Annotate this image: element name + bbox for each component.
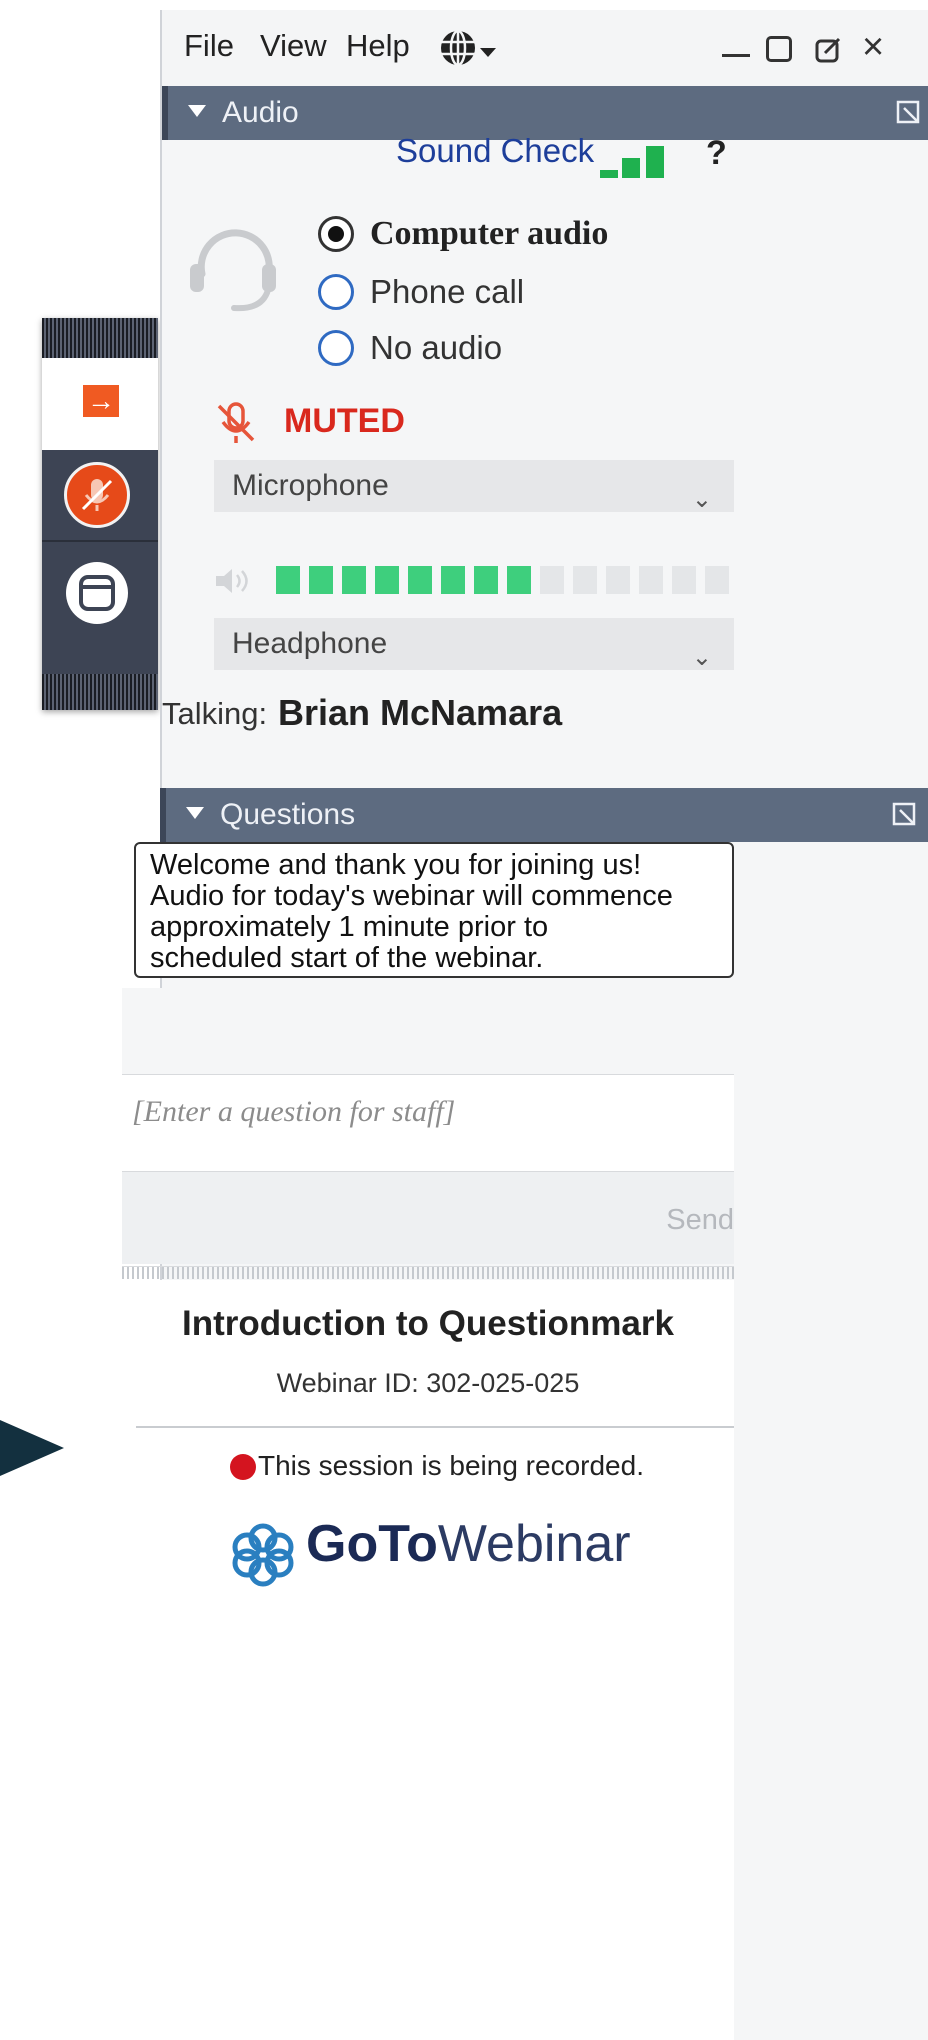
- menu-help[interactable]: Help: [346, 28, 410, 64]
- recording-notice: This session is being recorded.: [258, 1450, 644, 1481]
- volume-meter-segment: [375, 566, 399, 594]
- question-input-placeholder: [Enter a question for staff]: [132, 1095, 456, 1128]
- webinar-title: Introduction to Questionmark: [182, 1304, 674, 1343]
- headphone-select[interactable]: Headphone ⌄: [214, 618, 734, 671]
- window-icon: [79, 575, 115, 611]
- speaker-icon: [216, 569, 248, 593]
- volume-meter-segment: [606, 566, 630, 594]
- volume-meter-segment: [705, 566, 729, 594]
- mic-icon: [81, 479, 113, 511]
- volume-meter-segment: [573, 566, 597, 594]
- brand-bold: GoTo: [306, 1515, 438, 1573]
- grab-tab-grip-bottom[interactable]: [42, 674, 158, 710]
- recording-dot-icon: [230, 1454, 256, 1480]
- arrow-right-icon: →: [83, 385, 119, 417]
- collapse-panel-button[interactable]: →: [42, 358, 158, 450]
- microphone-select-value: Microphone: [232, 469, 389, 502]
- radio-label: No audio: [370, 329, 503, 366]
- gotowebinar-logo: [232, 1523, 294, 1587]
- chevron-down-icon[interactable]: [480, 48, 496, 57]
- muted-mic-icon[interactable]: [214, 400, 258, 446]
- show-panel-button[interactable]: [66, 562, 128, 624]
- close-icon[interactable]: ×: [862, 28, 884, 66]
- send-bar: Send: [122, 1172, 734, 1264]
- grab-tab-divider: [42, 540, 158, 542]
- brand-light: Webinar: [437, 1515, 631, 1573]
- resize-divider[interactable]: [122, 1266, 734, 1279]
- volume-meter-segment: [474, 566, 498, 594]
- microphone-select[interactable]: Microphone ⌄: [214, 460, 734, 513]
- announcement-line: Welcome and thank you for joining us!: [150, 849, 642, 881]
- maximize-icon[interactable]: [766, 36, 792, 62]
- volume-meter: [276, 566, 736, 596]
- menu-view[interactable]: View: [260, 28, 327, 64]
- collapse-triangle-icon: [186, 807, 204, 819]
- talking-name: Brian McNamara: [278, 692, 563, 733]
- volume-meter-segment: [540, 566, 564, 594]
- questions-log[interactable]: [122, 988, 734, 1074]
- signal-strength-icon: [600, 142, 668, 178]
- announcement-box: Welcome and thank you for joining us! Au…: [134, 842, 734, 978]
- popout-icon[interactable]: [814, 36, 842, 64]
- volume-meter-segment: [342, 566, 366, 594]
- minimize-icon[interactable]: [722, 54, 750, 57]
- collapse-triangle-icon: [188, 105, 206, 117]
- chevron-down-icon: ⌄: [691, 486, 712, 513]
- webinar-footer: Introduction to Questionmark Webinar ID:…: [122, 1280, 734, 2040]
- volume-meter-segment: [507, 566, 531, 594]
- volume-meter-segment: [672, 566, 696, 594]
- popout-icon[interactable]: [892, 800, 918, 826]
- radio-button[interactable]: [318, 274, 354, 310]
- footer-divider: [136, 1426, 734, 1428]
- radio-button[interactable]: [318, 216, 354, 252]
- questions-header-label: Questions: [220, 798, 356, 831]
- radio-label: Phone call: [370, 273, 525, 310]
- radio-label: Computer audio: [370, 215, 609, 252]
- headset-icon: [190, 229, 276, 312]
- send-button[interactable]: Send: [666, 1204, 734, 1237]
- volume-meter-segment: [639, 566, 663, 594]
- announcement-line: Audio for today's webinar will commence: [150, 880, 673, 912]
- sound-check-link[interactable]: Sound Check: [396, 132, 594, 170]
- mic-toggle-button[interactable]: [64, 462, 130, 528]
- grab-tab-grip-top[interactable]: [42, 318, 158, 358]
- menu-bar: File View Help ×: [162, 10, 928, 88]
- announcement-line: scheduled start of the webinar.: [150, 942, 544, 974]
- help-icon[interactable]: ?: [706, 134, 727, 173]
- announcement-line: approximately 1 minute prior to: [150, 911, 549, 943]
- questions-section-header[interactable]: Questions: [160, 788, 928, 842]
- popout-icon[interactable]: [896, 98, 922, 124]
- gotowebinar-wordmark: GoToWebinar: [306, 1514, 631, 1574]
- volume-meter-segment: [408, 566, 432, 594]
- pointer-arrow: [0, 1420, 64, 1476]
- radio-button[interactable]: [318, 330, 354, 366]
- audio-header-label: Audio: [222, 96, 299, 129]
- chevron-down-icon: ⌄: [691, 644, 712, 671]
- globe-icon[interactable]: [438, 28, 478, 68]
- question-input[interactable]: [Enter a question for staff]: [122, 1074, 734, 1172]
- talking-label: Talking:: [162, 696, 268, 731]
- muted-status: MUTED: [284, 402, 405, 440]
- volume-meter-segment: [309, 566, 333, 594]
- webinar-id: Webinar ID: 302-025-025: [276, 1368, 580, 1398]
- headphone-select-value: Headphone: [232, 627, 388, 660]
- volume-meter-segment: [441, 566, 465, 594]
- volume-meter-segment: [276, 566, 300, 594]
- menu-file[interactable]: File: [184, 28, 234, 64]
- grab-tab[interactable]: →: [42, 318, 158, 710]
